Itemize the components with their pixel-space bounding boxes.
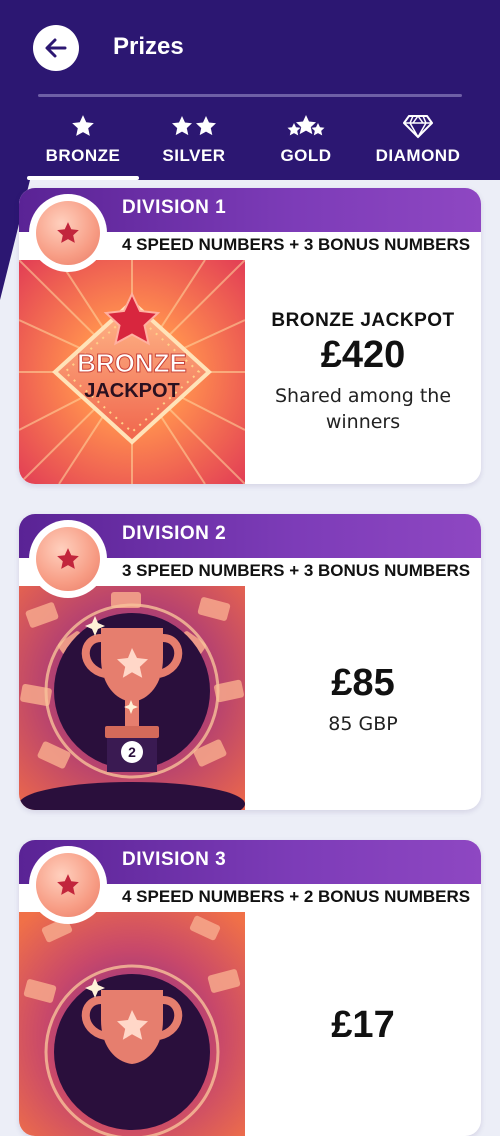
division-title: DIVISION 3 [122, 849, 227, 870]
star-icon [57, 548, 79, 569]
prize-card-division-1[interactable]: DIVISION 1 4 SPEED NUMBERS + 3 BONUS NUM… [19, 188, 481, 484]
tab-label: DIAMOND [375, 146, 461, 165]
two-stars-icon [138, 112, 250, 140]
prize-details: £85 85 GBP [245, 586, 481, 810]
image-text-jackpot: JACKPOT [84, 380, 180, 402]
trophy-image [19, 912, 245, 1136]
requirement-text: 3 SPEED NUMBERS + 3 BONUS NUMBERS [122, 561, 471, 580]
tier-tabs: BRONZE SILVER GOLD DIAMOND [0, 108, 500, 180]
tab-gold[interactable]: GOLD [250, 108, 362, 180]
tab-label: BRONZE [45, 146, 121, 165]
prize-details: £17 [245, 912, 481, 1136]
prize-amount: £420 [320, 333, 406, 376]
prize-amount: £17 [331, 1003, 395, 1046]
division-title: DIVISION 1 [122, 197, 227, 218]
tab-bronze[interactable]: BRONZE [27, 108, 139, 180]
prize-card-division-3[interactable]: DIVISION 3 4 SPEED NUMBERS + 2 BONUS NUM… [19, 840, 481, 1136]
requirement-text: 4 SPEED NUMBERS + 3 BONUS NUMBERS [122, 235, 471, 254]
page-title: Prizes [113, 33, 184, 60]
division-badge [29, 194, 107, 272]
tab-diamond[interactable]: DIAMOND [362, 108, 474, 180]
header-divider [38, 94, 462, 97]
requirement-bar: 4 SPEED NUMBERS + 2 BONUS NUMBERS [116, 884, 481, 912]
requirement-text: 4 SPEED NUMBERS + 2 BONUS NUMBERS [122, 887, 471, 906]
prize-name: BRONZE JACKPOT [271, 309, 455, 331]
prize-subtitle: Shared among the winners [274, 384, 452, 433]
one-star-icon [27, 112, 139, 140]
trophy-number: 2 [128, 744, 136, 760]
trophy-image: 2 [19, 586, 245, 810]
star-icon [57, 874, 79, 895]
division-badge [29, 846, 107, 924]
requirement-bar: 3 SPEED NUMBERS + 3 BONUS NUMBERS [116, 558, 481, 586]
prize-amount: £85 [331, 661, 395, 704]
bronze-jackpot-image: BRONZE JACKPOT [19, 260, 245, 484]
tab-silver[interactable]: SILVER [138, 108, 250, 180]
prize-card-division-2[interactable]: DIVISION 2 3 SPEED NUMBERS + 3 BONUS NUM… [19, 514, 481, 810]
image-text-bronze: BRONZE [77, 348, 187, 378]
star-icon [57, 222, 79, 243]
selected-tab-indicator [27, 176, 139, 180]
prize-subtitle: 85 GBP [328, 712, 398, 735]
arrow-left-icon [45, 38, 67, 58]
requirement-bar: 4 SPEED NUMBERS + 3 BONUS NUMBERS [116, 232, 481, 260]
tab-label: GOLD [280, 146, 332, 165]
tab-label: SILVER [162, 146, 226, 165]
three-stars-icon [250, 112, 362, 140]
division-title: DIVISION 2 [122, 523, 227, 544]
diamond-icon [362, 112, 474, 140]
division-badge [29, 520, 107, 598]
back-button[interactable] [33, 25, 79, 71]
prize-details: BRONZE JACKPOT £420 Shared among the win… [245, 260, 481, 484]
